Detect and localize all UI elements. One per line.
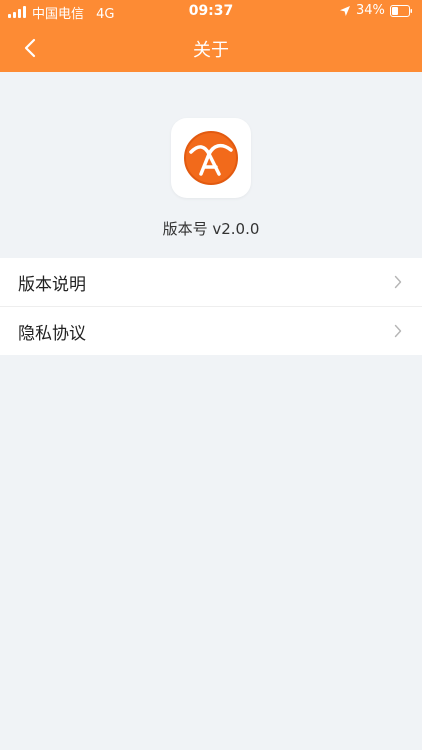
battery-percent: 34% — [356, 3, 385, 18]
chevron-right-icon — [394, 324, 402, 338]
menu-item-label: 版本说明 — [18, 274, 86, 295]
chevron-right-icon — [394, 275, 402, 289]
menu-item-release-notes[interactable]: 版本说明 — [0, 258, 422, 306]
app-logo-icon — [184, 131, 238, 185]
app-logo — [171, 118, 251, 198]
menu-item-privacy-policy[interactable]: 隐私协议 — [0, 306, 422, 355]
version-label: 版本号 v2.0.0 — [162, 220, 260, 238]
battery-icon — [390, 5, 412, 17]
page-title: 关于 — [193, 40, 229, 61]
menu-item-label: 隐私协议 — [18, 323, 86, 344]
header: 中国电信 4G 09:37 34% 关于 — [0, 0, 422, 72]
menu-list: 版本说明 隐私协议 — [0, 258, 422, 355]
navigation-bar: 关于 — [0, 24, 422, 72]
location-arrow-icon — [340, 6, 350, 16]
status-bar: 中国电信 4G 09:37 34% — [0, 0, 422, 24]
